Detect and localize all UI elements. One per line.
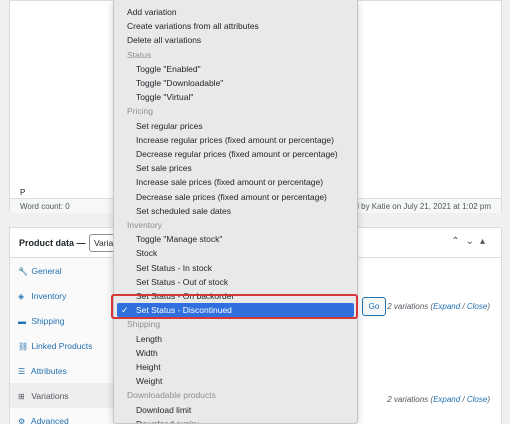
menu-item-label: Set sale prices [136, 163, 192, 174]
menu-group-status: Status [114, 48, 357, 62]
tab-linked-products[interactable]: ⛓ Linked Products [10, 333, 114, 358]
menu-item-label: Status [127, 49, 152, 60]
menu-item-decrease-regular-prices-fixed-amount-or-percentage[interactable]: Decrease regular prices (fixed amount or… [114, 147, 357, 161]
word-count: Word count: 0 [20, 202, 70, 211]
menu-item-label: Stock [136, 248, 158, 259]
expand-link[interactable]: Expand [433, 395, 460, 404]
menu-item-set-regular-prices[interactable]: Set regular prices [114, 119, 357, 133]
menu-group-downloadable-products: Downloadable products [114, 388, 357, 402]
tab-shipping[interactable]: ▬ Shipping [10, 308, 114, 333]
menu-item-label: Downloadable products [127, 390, 216, 401]
menu-item-label: Increase sale prices (fixed amount or pe… [136, 177, 324, 188]
menu-item-label: Set scheduled sale dates [136, 205, 231, 216]
tab-label: Attributes [30, 366, 67, 376]
close-link[interactable]: Close [467, 302, 487, 311]
tab-advanced[interactable]: ⚙ Advanced [10, 408, 114, 424]
menu-item-label: Decrease regular prices (fixed amount or… [136, 149, 338, 159]
menu-item-set-status-in-stock[interactable]: Set Status - In stock [114, 261, 357, 275]
menu-item-increase-sale-prices-fixed-amount-or-percentage[interactable]: Increase sale prices (fixed amount or pe… [114, 175, 357, 189]
link-icon: ⛓ [18, 342, 29, 351]
menu-item-decrease-sale-prices-fixed-amount-or-percentage[interactable]: Decrease sale prices (fixed amount or pe… [114, 190, 357, 204]
tab-label: Linked Products [31, 341, 93, 351]
product-data-tabs: 🔧 General ◈ Inventory ▬ Shipping ⛓ Linke… [10, 258, 114, 424]
menu-item-label: Decrease sale prices (fixed amount or pe… [136, 191, 327, 202]
tab-label: General [31, 266, 62, 276]
stock-icon: ◈ [18, 292, 25, 301]
menu-item-toggle-enabled[interactable]: Toggle "Enabled" [114, 62, 357, 76]
menu-item-label: Set regular prices [136, 120, 203, 131]
menu-item-label: Width [136, 347, 158, 358]
variations-count-text: 2 variations [387, 395, 429, 404]
menu-item-label: Toggle "Downloadable" [136, 78, 224, 88]
tab-attributes[interactable]: ☰ Attributes [10, 358, 114, 383]
variations-count-text: 2 variations [387, 302, 429, 311]
menu-item-height[interactable]: Height [114, 360, 357, 374]
tab-label: Advanced [30, 416, 69, 424]
menu-item-label: Toggle "Virtual" [136, 92, 194, 103]
variations-count-top: 2 variations (Expand / Close) [387, 302, 490, 311]
tab-inventory[interactable]: ◈ Inventory [10, 283, 114, 308]
menu-group-inventory: Inventory [114, 218, 357, 232]
menu-item-set-status-out-of-stock[interactable]: Set Status - Out of stock [114, 275, 357, 289]
gear-icon: ⚙ [18, 417, 26, 424]
truck-icon: ▬ [18, 317, 26, 326]
editor-path: P [20, 188, 26, 197]
collapse-arrow-icon[interactable]: ▴ [480, 236, 491, 247]
panel-controls: ⌃⌄▴ [451, 236, 491, 247]
product-data-title: Product data — [19, 238, 86, 248]
tab-general[interactable]: 🔧 General [10, 258, 114, 283]
menu-item-label: Create variations from all attributes [127, 21, 259, 32]
menu-item-label: Inventory [127, 220, 162, 230]
list-icon: ☰ [18, 367, 26, 376]
chevron-down-icon[interactable]: ⌄ [466, 236, 480, 247]
tab-variations[interactable]: ⊞ Variations [10, 383, 114, 408]
menu-item-label: Toggle "Manage stock" [136, 234, 223, 245]
menu-item-length[interactable]: Length [114, 332, 357, 346]
menu-item-label: Set Status - In stock [136, 262, 213, 273]
go-button[interactable]: Go [362, 297, 386, 316]
menu-item-label: Pricing [127, 106, 153, 117]
menu-group-pricing: Pricing [114, 104, 357, 118]
menu-item-width[interactable]: Width [114, 346, 357, 360]
tab-label: Inventory [31, 291, 67, 301]
bulk-actions-menu: Add variation Create variations from all … [113, 0, 358, 424]
close-link[interactable]: Close [467, 395, 487, 404]
menu-item-toggle-downloadable[interactable]: Toggle "Downloadable" [114, 76, 357, 90]
menu-item-increase-regular-prices-fixed-amount-or-percentage[interactable]: Increase regular prices (fixed amount or… [114, 133, 357, 147]
menu-item-label: Weight [136, 376, 163, 387]
menu-item-label: Set Status - Out of stock [136, 276, 229, 287]
menu-group-shipping: Shipping [114, 317, 357, 331]
menu-item-set-scheduled-sale-dates[interactable]: Set scheduled sale dates [114, 204, 357, 218]
menu-item-download-expiry[interactable]: Download expiry [114, 417, 357, 424]
menu-item-label: Length [136, 333, 162, 344]
wrench-icon: 🔧 [18, 267, 28, 276]
menu-item-set-sale-prices[interactable]: Set sale prices [114, 161, 357, 175]
menu-item-label: Download limit [136, 404, 192, 415]
menu-item-create-variations-from-all-attributes[interactable]: Create variations from all attributes [114, 19, 357, 33]
menu-item-label: Shipping [127, 319, 161, 330]
last-edited-info: ted by Katie on July 21, 2021 at 1:02 pm [347, 202, 491, 211]
menu-item-label: Increase regular prices (fixed amount or… [136, 134, 334, 145]
menu-item-delete-all-variations[interactable]: Delete all variations [114, 33, 357, 47]
menu-item-stock[interactable]: Stock [114, 246, 357, 260]
menu-item-download-limit[interactable]: Download limit [114, 403, 357, 417]
menu-item-label: Add variation [127, 7, 177, 17]
selection-highlight-box [111, 294, 358, 319]
menu-item-weight[interactable]: Weight [114, 374, 357, 388]
tab-label: Variations [31, 391, 69, 401]
menu-item-label: Download expiry [136, 418, 199, 424]
menu-item-toggle-manage-stock[interactable]: Toggle "Manage stock" [114, 232, 357, 246]
expand-link[interactable]: Expand [433, 302, 460, 311]
menu-item-label: Delete all variations [127, 35, 202, 46]
menu-item-add-variation[interactable]: Add variation [114, 5, 357, 19]
grid-icon: ⊞ [18, 392, 25, 401]
variations-count-bottom: 2 variations (Expand / Close) [387, 395, 490, 404]
tab-label: Shipping [31, 316, 65, 326]
menu-item-label: Height [136, 362, 161, 372]
menu-item-label: Toggle "Enabled" [136, 63, 201, 74]
chevron-up-icon[interactable]: ⌃ [451, 236, 465, 247]
menu-item-toggle-virtual[interactable]: Toggle "Virtual" [114, 90, 357, 104]
